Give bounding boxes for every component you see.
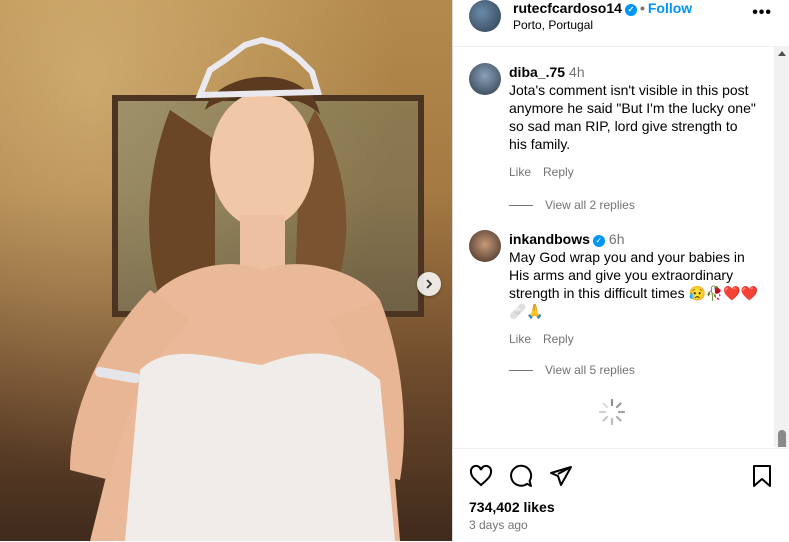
post-side-panel: rutecfcardoso14 ✓ • Follow Porto, Portugal …	[452, 0, 789, 541]
post-footer: 734,402 likes 3 days ago	[453, 448, 789, 542]
more-options-icon[interactable]: •••	[752, 4, 772, 22]
scroll-up-arrow-icon[interactable]	[778, 51, 786, 56]
author-avatar[interactable]	[469, 0, 501, 32]
comment-reply-button[interactable]: Reply	[543, 165, 574, 179]
comment-body: diba_.75 4h Jota's comment isn't visible …	[509, 63, 759, 181]
follow-button[interactable]: Follow	[648, 0, 692, 16]
comment-time[interactable]: 6h	[609, 231, 625, 247]
chevron-right-icon	[426, 279, 433, 289]
view-replies-button[interactable]: View all 5 replies	[509, 363, 635, 377]
comment-body: inkandbows ✓ 6h May God wrap you and your …	[509, 230, 759, 348]
post-time[interactable]: 3 days ago	[469, 518, 528, 532]
comment-actions: Like Reply	[509, 163, 759, 181]
comment-like-button[interactable]: Like	[509, 165, 531, 179]
comment-icon[interactable]	[509, 464, 533, 488]
scroll-thumb[interactable]	[778, 430, 786, 447]
comment-avatar[interactable]	[469, 63, 501, 95]
comments-scrollbar[interactable]	[774, 47, 789, 447]
comment-time[interactable]: 4h	[569, 64, 585, 80]
carousel-next-button[interactable]	[417, 272, 441, 296]
comment-like-button[interactable]: Like	[509, 332, 531, 346]
comment-username[interactable]: diba_.75	[509, 64, 565, 80]
bride-figure	[70, 36, 404, 541]
comment-actions: Like Reply	[509, 330, 759, 348]
comment-text: May God wrap you and your babies in His …	[509, 249, 759, 319]
view-replies-button[interactable]: View all 2 replies	[509, 198, 635, 212]
comment-text: Jota's comment isn't visible in this pos…	[509, 82, 756, 152]
author-line: rutecfcardoso14 ✓ • Follow	[513, 0, 692, 16]
heart-icon[interactable]	[469, 464, 493, 488]
post-image[interactable]	[0, 0, 452, 541]
share-icon[interactable]	[549, 464, 573, 488]
comment-avatar[interactable]	[469, 230, 501, 262]
verified-icon: ✓	[624, 4, 637, 16]
comment-username[interactable]: inkandbows	[509, 231, 590, 247]
comments-list: diba_.75 4h Jota's comment isn't visible …	[453, 47, 789, 447]
verified-icon: ✓	[592, 235, 605, 247]
post-header: rutecfcardoso14 ✓ • Follow Porto, Portugal …	[453, 0, 789, 47]
separator-dot: •	[639, 0, 645, 16]
bookmark-icon[interactable]	[750, 464, 774, 488]
loading-spinner-icon	[598, 398, 626, 426]
likes-count[interactable]: 734,402 likes	[469, 499, 555, 515]
author-username[interactable]: rutecfcardoso14	[513, 0, 622, 16]
post-location[interactable]: Porto, Portugal	[513, 18, 593, 32]
comment-reply-button[interactable]: Reply	[543, 332, 574, 346]
